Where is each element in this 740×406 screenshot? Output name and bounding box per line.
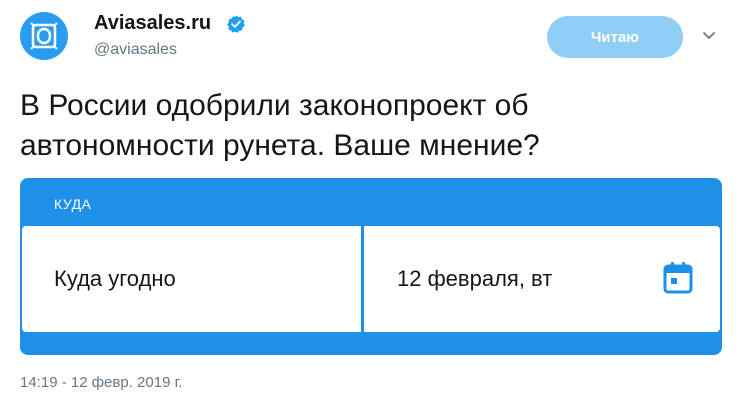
tweet-text-line: В России одобрили законопроект об	[20, 89, 529, 122]
follow-button[interactable]: Читаю	[547, 16, 683, 58]
tweet-text-line: автономности рунета. Ваше мнение?	[20, 129, 540, 162]
date-field[interactable]: 12 февраля, вт	[364, 226, 720, 332]
tweet: Aviasales.ru @aviasales Читаю В России о…	[0, 0, 740, 406]
destination-value: Куда угодно	[54, 266, 176, 291]
verified-badge-icon	[227, 15, 245, 33]
author-handle[interactable]: @aviasales	[94, 41, 177, 59]
chevron-down-icon[interactable]	[700, 26, 718, 44]
tweet-text: В России одобрили законопроект об автоно…	[20, 86, 720, 166]
avatar[interactable]	[20, 12, 68, 60]
card-section-label: КУДА	[54, 196, 92, 212]
search-card[interactable]: КУДА Куда угодно 12 февраля, вт	[20, 178, 722, 355]
tweet-timestamp[interactable]: 14:19 - 12 февр. 2019 г.	[20, 374, 182, 391]
destination-field[interactable]: Куда угодно	[22, 226, 361, 332]
aviasales-logo-icon	[30, 22, 58, 50]
calendar-icon[interactable]	[662, 261, 694, 295]
author-name[interactable]: Aviasales.ru	[94, 12, 211, 35]
date-value: 12 февраля, вт	[397, 266, 553, 291]
